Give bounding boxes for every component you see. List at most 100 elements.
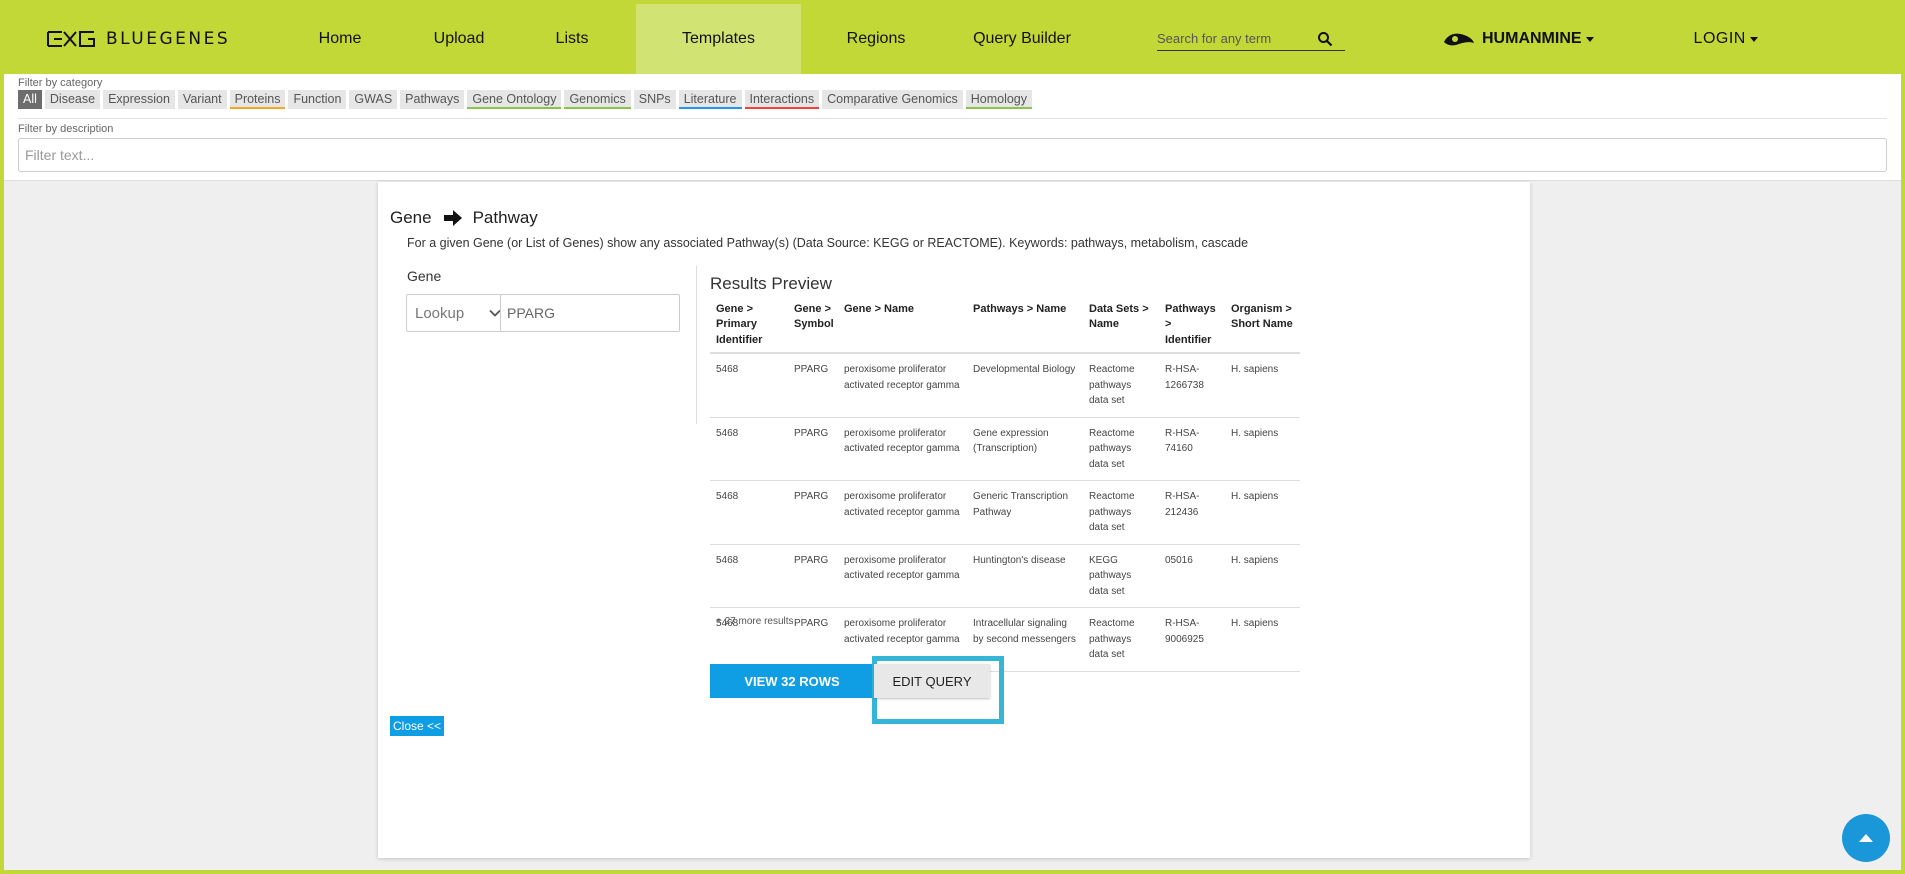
scroll-to-top-button[interactable] [1842, 814, 1890, 862]
table-cell: peroxisome proliferator activated recept… [838, 353, 967, 418]
table-body: 5468 PPARG peroxisome proliferator activat… [710, 353, 1300, 672]
nav-regions-label: Regions [846, 30, 906, 47]
category-chip-expression[interactable]: Expression [103, 90, 175, 109]
brand-name: BLUEGENES [106, 29, 231, 49]
category-chip-interactions[interactable]: Interactions [744, 90, 820, 109]
table-cell: Developmental Biology [967, 353, 1083, 418]
category-chip-gwas[interactable]: GWAS [349, 90, 398, 109]
table-cell: Huntington's disease [967, 544, 1083, 608]
template-to: Pathway [472, 208, 538, 227]
category-chip-comparative-genomics[interactable]: Comparative Genomics [822, 90, 963, 109]
chevron-down-icon [1585, 36, 1594, 42]
category-chip-literature[interactable]: Literature [678, 90, 742, 109]
nav-lists-label: Lists [555, 30, 589, 47]
table-cell: 5468 [710, 480, 788, 545]
category-chip-function[interactable]: Function [288, 90, 347, 109]
more-results-note: + 27 more results [716, 616, 794, 627]
table-cell: 5468 [710, 353, 788, 418]
humanmine-logo-icon [1444, 33, 1474, 46]
template-from: Gene [390, 208, 432, 227]
results-preview-table: Gene > Primary Identifier Gene > Symbol Ge… [710, 302, 1300, 672]
table-cell: PPARG [788, 417, 838, 481]
table-cell: H. sapiens [1225, 353, 1300, 418]
mine-switcher[interactable]: HUMANMINE [1442, 30, 1594, 48]
view-rows-button[interactable]: VIEW 32 ROWS [710, 664, 874, 698]
nav-upload[interactable]: Upload [410, 4, 508, 74]
table-cell: PPARG [788, 353, 838, 418]
table-cell: H. sapiens [1225, 417, 1300, 481]
table-cell: 05016 [1159, 544, 1225, 608]
search-icon[interactable] [1317, 31, 1333, 47]
category-chip-list: All Disease Expression Variant Proteins Funct… [18, 90, 1033, 109]
table-cell: 5468 [710, 544, 788, 608]
brand[interactable]: BLUEGENES [4, 29, 270, 49]
nav-home-label: Home [318, 30, 362, 47]
table-row: 5468 PPARG peroxisome proliferator activat… [710, 417, 1300, 481]
table-cell: H. sapiens [1225, 544, 1300, 608]
nav-regions[interactable]: Regions [801, 4, 951, 74]
table-cell: Gene expression (Transcription) [967, 417, 1083, 481]
constraint-label: Gene [407, 268, 442, 284]
constraint-value-input[interactable] [500, 294, 680, 332]
column-header: Gene > Primary Identifier [710, 302, 788, 354]
results-preview-title: Results Preview [710, 274, 832, 293]
table-cell: 5468 [710, 417, 788, 481]
template-title[interactable]: Gene Pathway [390, 208, 538, 228]
category-chip-gene-ontology[interactable]: Gene Ontology [467, 90, 562, 109]
table-cell: Reactome pathways data set [1083, 353, 1159, 418]
table-cell: PPARG [788, 607, 838, 672]
divider [696, 266, 697, 424]
mine-name: HUMANMINE [1482, 30, 1582, 47]
app-frame: BLUEGENES Home Upload Lists Templates Re… [4, 4, 1901, 870]
table-row: 5468 PPARG peroxisome proliferator activat… [710, 480, 1300, 545]
bluegenes-logo-icon [47, 31, 95, 47]
arrow-up-icon [1859, 834, 1873, 842]
table-cell: peroxisome proliferator activated recept… [838, 480, 967, 545]
nav-upload-label: Upload [433, 30, 485, 47]
template-card: Gene Pathway For a given Gene (or List o… [378, 182, 1530, 858]
table-header-row: Gene > Primary Identifier Gene > Symbol Ge… [710, 302, 1300, 354]
table-cell: R-HSA-74160 [1159, 417, 1225, 481]
category-chip-snps[interactable]: SNPs [633, 90, 676, 109]
global-search-input[interactable] [1157, 31, 1317, 46]
category-filter-label: Filter by category [18, 77, 103, 89]
category-chip-proteins[interactable]: Proteins [229, 90, 286, 109]
template-filter-bar: Filter by category All Disease Expression V… [4, 74, 1901, 181]
nav-home[interactable]: Home [270, 4, 410, 74]
table-cell: R-HSA-9006925 [1159, 607, 1225, 672]
description-filter-input[interactable] [18, 138, 1887, 172]
table-cell: Reactome pathways data set [1083, 607, 1159, 672]
category-chip-disease[interactable]: Disease [44, 90, 101, 109]
edit-query-button[interactable]: EDIT QUERY [874, 664, 990, 698]
table-cell: PPARG [788, 544, 838, 608]
category-chip-variant[interactable]: Variant [177, 90, 227, 109]
close-template-button[interactable]: Close << [390, 716, 444, 736]
category-chip-all[interactable]: All [18, 90, 42, 109]
top-navbar: BLUEGENES Home Upload Lists Templates Re… [4, 4, 1901, 74]
login-label: LOGIN [1693, 30, 1746, 47]
chevron-down-icon [1749, 36, 1758, 42]
table-row: 5468 PPARG peroxisome proliferator activat… [710, 353, 1300, 418]
column-header: Data Sets > Name [1083, 302, 1159, 354]
column-header: Gene > Symbol [788, 302, 838, 354]
table-cell: H. sapiens [1225, 607, 1300, 672]
table-cell: KEGG pathways data set [1083, 544, 1159, 608]
category-chip-genomics[interactable]: Genomics [564, 90, 631, 109]
table-cell: PPARG [788, 480, 838, 545]
global-search [1157, 28, 1345, 51]
constraint-operator-value: Lookup [415, 304, 465, 322]
arrow-right-icon [443, 210, 462, 226]
table-cell: Generic Transcription Pathway [967, 480, 1083, 545]
nav-query-builder[interactable]: Query Builder [951, 4, 1093, 74]
column-header: Organism > Short Name [1225, 302, 1300, 354]
category-chip-pathways[interactable]: Pathways [400, 90, 465, 109]
table-cell: peroxisome proliferator activated recept… [838, 417, 967, 481]
constraint-operator-select[interactable]: Lookup [406, 294, 510, 332]
nav-lists[interactable]: Lists [508, 4, 636, 74]
column-header: Gene > Name [838, 302, 967, 354]
login-menu[interactable]: LOGIN [1694, 30, 1758, 48]
category-chip-homology[interactable]: Homology [965, 90, 1033, 109]
description-filter-label: Filter by description [18, 123, 114, 135]
table-cell: Reactome pathways data set [1083, 480, 1159, 545]
nav-templates[interactable]: Templates [636, 4, 801, 74]
